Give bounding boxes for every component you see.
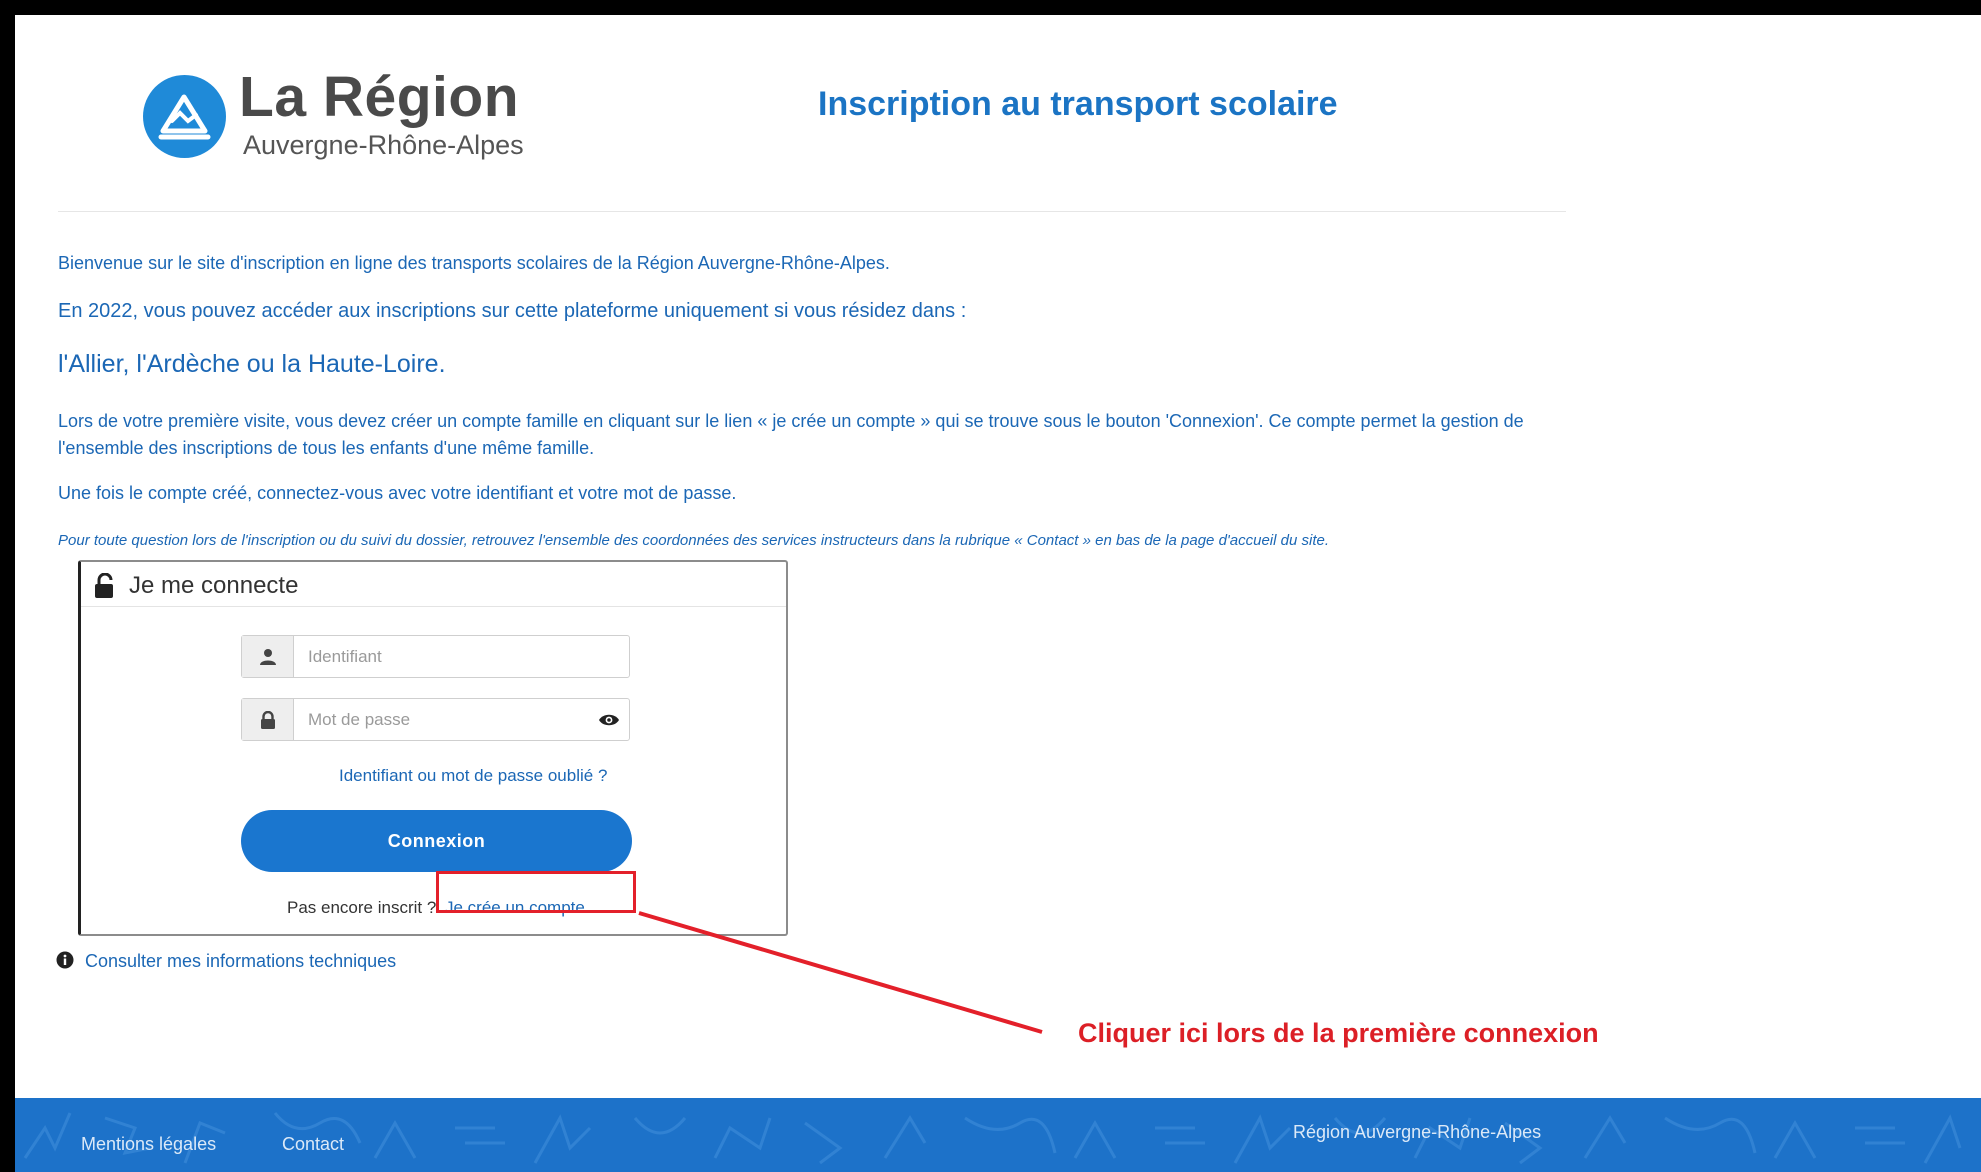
page-frame: La Région Auvergne-Rhône-Alpes Inscripti… [15, 15, 1981, 1172]
region-logo[interactable]: La Région Auvergne-Rhône-Alpes [143, 60, 593, 170]
login-panel-header: Je me connecte [81, 562, 786, 607]
annotation-text: Cliquer ici lors de la première connexio… [1078, 1018, 1599, 1048]
intro-eligibility-text: En 2022, vous pouvez accéder aux inscrip… [58, 300, 967, 322]
logo-subtitle: Auvergne-Rhône-Alpes [243, 130, 524, 160]
intro-welcome-text: Bienvenue sur le site d'inscription en l… [58, 253, 890, 273]
eye-icon[interactable] [598, 712, 620, 733]
lock-icon [242, 699, 294, 740]
password-field [241, 698, 630, 741]
footer-region-label: Région Auvergne-Rhône-Alpes [1293, 1122, 1542, 1142]
forgot-credentials-link[interactable]: Identifiant ou mot de passe oublié ? [339, 766, 607, 786]
signup-prompt: Pas encore inscrit ? [287, 898, 437, 917]
intro-login-text: Une fois le compte créé, connectez-vous … [58, 483, 737, 503]
unlock-icon [93, 572, 117, 604]
logo-mountain-icon [143, 75, 226, 158]
login-panel-title: Je me connecte [129, 572, 299, 599]
logo-title: La Région [239, 65, 520, 129]
connexion-button[interactable]: Connexion [241, 810, 632, 872]
footer-contact-link[interactable]: Contact [282, 1134, 344, 1155]
intro-contact-note: Pour toute question lors de l'inscriptio… [58, 532, 1329, 549]
username-input[interactable] [294, 636, 594, 677]
login-panel: Je me connecte Identifiant Identifiant o… [78, 560, 788, 936]
page-title: Inscription au transport scolaire [818, 85, 1338, 123]
intro-departments-text: l'Allier, l'Ardèche ou la Haute-Loire. [58, 350, 446, 378]
footer-legal-link[interactable]: Mentions légales [81, 1134, 216, 1155]
annotation-highlight-box [436, 871, 636, 913]
username-field [241, 635, 630, 678]
info-icon [56, 951, 74, 974]
user-icon [242, 636, 294, 677]
intro-first-visit-text: Lors de votre première visite, vous deve… [58, 411, 1524, 458]
header-divider [58, 211, 1566, 212]
password-input[interactable] [294, 699, 594, 740]
footer: Mentions légales Contact Région Auvergne… [15, 1098, 1981, 1172]
technical-info-link[interactable]: Consulter mes informations techniques [85, 951, 396, 972]
